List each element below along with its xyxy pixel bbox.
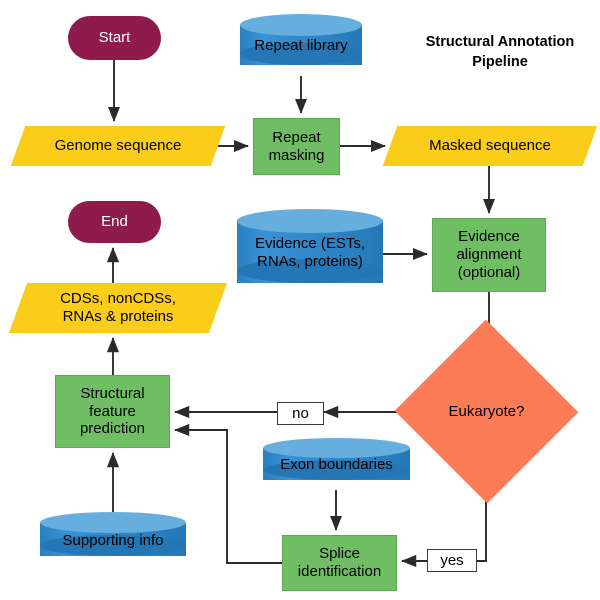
node-genome-sequence[interactable]: Genome sequence (10, 126, 226, 166)
node-repeat-masking-label: Repeat masking (268, 128, 325, 164)
diagram-title: Structural Annotation Pipeline (425, 34, 575, 70)
node-eukaryote-decision-label: Eukaryote? (448, 403, 525, 420)
edge-label-no-text: no (292, 405, 309, 422)
edge-label-yes-text: yes (440, 552, 464, 569)
node-masked-sequence[interactable]: Masked sequence (382, 126, 598, 166)
node-exon-boundaries[interactable]: Exon boundaries (263, 438, 410, 490)
node-splice-identification-label: Splice identification (297, 545, 382, 580)
node-start[interactable]: Start (68, 16, 161, 60)
node-masked-sequence-label: Masked sequence (429, 137, 551, 155)
node-evidence-alignment[interactable]: Evidence alignment (optional) (432, 218, 546, 292)
node-repeat-library[interactable]: Repeat library (240, 14, 362, 76)
node-exon-boundaries-label: Exon boundaries (280, 456, 393, 474)
node-end[interactable]: End (68, 201, 161, 243)
node-supporting-info-label: Supporting info (62, 531, 164, 549)
edge-label-no: no (277, 402, 324, 425)
node-eukaryote-decision[interactable]: Eukaryote? (394, 319, 579, 504)
node-splice-identification[interactable]: Splice identification (282, 535, 397, 591)
node-cds-output-label: CDSs, nonCDSs, RNAs & proteins (60, 290, 176, 325)
node-end-label: End (101, 213, 128, 231)
node-cds-output[interactable]: CDSs, nonCDSs, RNAs & proteins (8, 283, 228, 333)
node-start-label: Start (98, 29, 131, 47)
node-repeat-library-label: Repeat library (254, 37, 348, 55)
edge-label-yes: yes (427, 549, 477, 572)
node-evidence-database-label: Evidence (ESTs, RNAs, proteins) (254, 235, 366, 270)
node-evidence-database[interactable]: Evidence (ESTs, RNAs, proteins) (237, 209, 383, 299)
node-genome-sequence-label: Genome sequence (54, 137, 182, 155)
node-supporting-info[interactable]: Supporting info (40, 512, 186, 567)
node-structural-feature-prediction[interactable]: Structural feature prediction (55, 375, 170, 448)
node-evidence-alignment-label: Evidence alignment (optional) (456, 228, 522, 281)
flowchart-canvas: Structural Annotation Pipeline Start End… (0, 0, 600, 600)
node-structural-feature-prediction-label: Structural feature prediction (79, 384, 146, 438)
node-repeat-masking[interactable]: Repeat masking (253, 118, 340, 175)
cylinder-top (237, 209, 383, 233)
